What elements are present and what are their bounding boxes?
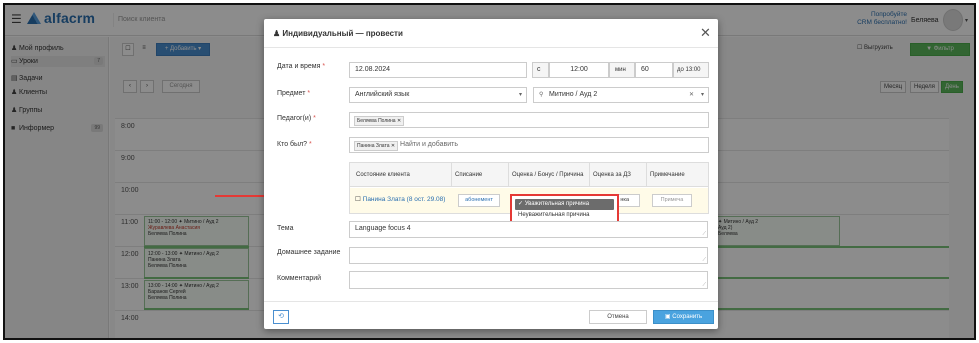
required-mark: * [313,115,316,122]
attendance-label-text: Кто был? [277,141,308,148]
topic-label: Тема [277,225,294,232]
teacher-tag: Беляева Полина ✕ [354,116,405,126]
homework-input[interactable] [349,247,708,264]
comment-input[interactable] [349,271,708,289]
modal-title-text: Индивидуальный — провести [282,29,403,38]
subject-label: Предмет * [277,90,310,97]
remove-tag-icon[interactable]: ✕ [397,118,401,124]
check-icon: ✓ [518,201,525,207]
user-icon: ♟ [273,29,283,38]
modal-footer: ⟲ Отмена ▣ Сохранить [264,301,718,329]
refresh-icon[interactable]: ⟲ [273,310,289,324]
min-addon: мин [609,62,635,78]
app-window: ☰ alfacrm Поиск клиента Попробуйте CRM бе… [3,3,976,340]
column-header: Примечание [650,172,685,178]
homework-label: Домашнее задание [277,249,341,256]
remove-tag-icon[interactable]: ✕ [391,143,395,149]
column-header: Списание [452,163,509,187]
student-tag: Панина Злата ✕ [354,141,399,151]
client-name-link[interactable]: Панина Злата (8 ост. 29.08) [363,196,446,203]
date-label-text: Дата и время [277,63,321,70]
cancel-button[interactable]: Отмена [589,310,647,324]
close-icon[interactable]: ✕ [700,25,711,41]
subject-select[interactable]: Английский язык [349,87,527,103]
checkbox-icon: ☐ [355,196,361,203]
duration-input[interactable]: 60 [635,62,673,78]
time-from-input[interactable]: 12:00 [549,62,609,78]
required-mark: * [307,90,311,97]
room-select[interactable]: ⚲ Митино / Ауд 2 ✕ [533,87,709,103]
teacher-multiselect[interactable]: Беляева Полина ✕ [349,112,709,128]
topic-input[interactable]: Language focus 4 [349,221,708,238]
reason-option-label: Уважительная причина [524,201,590,207]
modal-title: ♟ Индивидуальный — провести [273,29,403,38]
to-addon: до 13:00 [673,62,709,78]
date-input[interactable]: 12.08.2024 [349,62,527,78]
subject-label-text: Предмет [277,90,306,97]
note-input[interactable]: Примеча [652,194,692,207]
room-value: Митино / Ауд 2 [549,91,598,98]
column-header: Оценка / Бонус / Причина [509,163,590,187]
from-addon: с [532,62,549,78]
teacher-label-text: Педагог(и) [277,115,312,122]
teacher-label: Педагог(и) * [277,115,316,122]
table-header: Состояние клиента Списание Оценка / Бону… [350,163,708,187]
location-pin-icon: ⚲ [539,92,544,98]
lesson-modal: ♟ Индивидуальный — провести ✕ Дата и вре… [264,19,718,329]
column-header: Оценка за ДЗ [590,163,647,187]
required-mark: * [309,141,312,148]
attendance-search-input[interactable]: Найти и добавить [400,141,458,148]
reason-option-invalid[interactable]: Неуважительная причина [515,210,614,221]
column-header: Состояние клиента [350,163,452,187]
student-tag-text: Панина Злата [357,143,390,149]
modal-header: ♟ Индивидуальный — провести ✕ [264,19,718,48]
required-mark: * [322,63,326,70]
writeoff-select[interactable]: абонемент [458,194,500,207]
teacher-tag-text: Беляева Полина [357,118,396,124]
date-label: Дата и время * [277,63,325,70]
reason-option-valid[interactable]: ✓ Уважительная причина [515,199,614,210]
client-attendance-checkbox[interactable]: ☐ Панина Злата (8 ост. 29.08) [355,195,445,203]
attendance-label: Кто был? * [277,141,312,148]
comment-label: Комментарий [277,275,322,282]
clear-icon[interactable]: ✕ [689,88,694,102]
save-button-label: Сохранить [672,314,703,320]
attendance-multiselect[interactable]: Панина Злата ✕ Найти и добавить [349,137,709,153]
save-button[interactable]: ▣ Сохранить [653,310,714,324]
